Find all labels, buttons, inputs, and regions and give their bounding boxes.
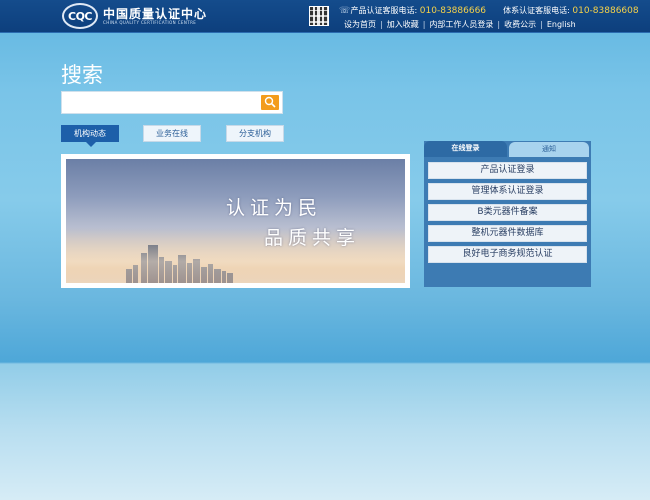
active-tab-pointer: [86, 142, 96, 147]
banner-frame: 认证为民 品质共享: [61, 154, 410, 288]
login-panel-body: 产品认证登录 管理体系认证登录 B类元器件备案 整机元器件数据库 良好电子商务规…: [424, 157, 591, 287]
top-links: 设为首页 | 加入收藏 | 内部工作人员登录 | 收费公示 | English: [344, 20, 576, 29]
management-cert-login-link[interactable]: 管理体系认证登录: [428, 183, 587, 200]
login-panel: 在线登录 通知 产品认证登录 管理体系认证登录 B类元器件备案 整机元器件数据库…: [424, 141, 591, 287]
product-hotline-number: 010-83886666: [419, 6, 487, 16]
tab-branches[interactable]: 分支机构: [226, 125, 284, 142]
system-hotline-label: 体系认证客服电话:: [503, 6, 570, 15]
login-panel-tabs: 在线登录 通知: [424, 141, 591, 157]
product-cert-login-link[interactable]: 产品认证登录: [428, 162, 587, 179]
search-box: [61, 91, 283, 114]
product-hotline-label: 产品认证客服电话:: [350, 6, 418, 15]
tab-notice[interactable]: 通知: [509, 142, 589, 157]
top-header: CQC 中国质量认证中心 CHINA QUALITY CERTIFICATION…: [0, 0, 650, 33]
qr-code-icon[interactable]: [309, 6, 329, 26]
fee-notice-link[interactable]: 收费公示: [504, 20, 536, 29]
cqc-logo-icon[interactable]: CQC: [62, 3, 98, 29]
search-button[interactable]: [261, 95, 279, 110]
banner-slogan-line2: 品质共享: [264, 227, 361, 249]
search-input[interactable]: [62, 92, 258, 113]
tab-business-online[interactable]: 业务在线: [143, 125, 201, 142]
logo-english-name: CHINA QUALITY CERTIFICATION CENTRE: [103, 20, 197, 25]
phone-icon: ☏: [339, 6, 351, 16]
banner-slogan-line1: 认证为民: [226, 197, 323, 219]
tab-online-login[interactable]: 在线登录: [424, 141, 507, 157]
staff-login-link[interactable]: 内部工作人员登录: [429, 20, 493, 29]
hotline-bar: ☏ 产品认证客服电话: 010-83886666 体系认证客服电话: 010-8…: [339, 5, 639, 16]
search-icon: [264, 96, 276, 108]
hero-banner[interactable]: 认证为民 品质共享: [66, 159, 405, 283]
class-b-component-link[interactable]: B类元器件备案: [428, 204, 587, 221]
tab-institution-news[interactable]: 机构动态: [61, 125, 119, 142]
ecommerce-cert-link[interactable]: 良好电子商务规范认证: [428, 246, 587, 263]
add-favorite-link[interactable]: 加入收藏: [387, 20, 419, 29]
system-hotline-number: 010-83886608: [572, 6, 639, 16]
search-title: 搜索: [61, 63, 103, 87]
set-homepage-link[interactable]: 设为首页: [344, 20, 376, 29]
component-database-link[interactable]: 整机元器件数据库: [428, 225, 587, 242]
english-link[interactable]: English: [547, 20, 576, 29]
